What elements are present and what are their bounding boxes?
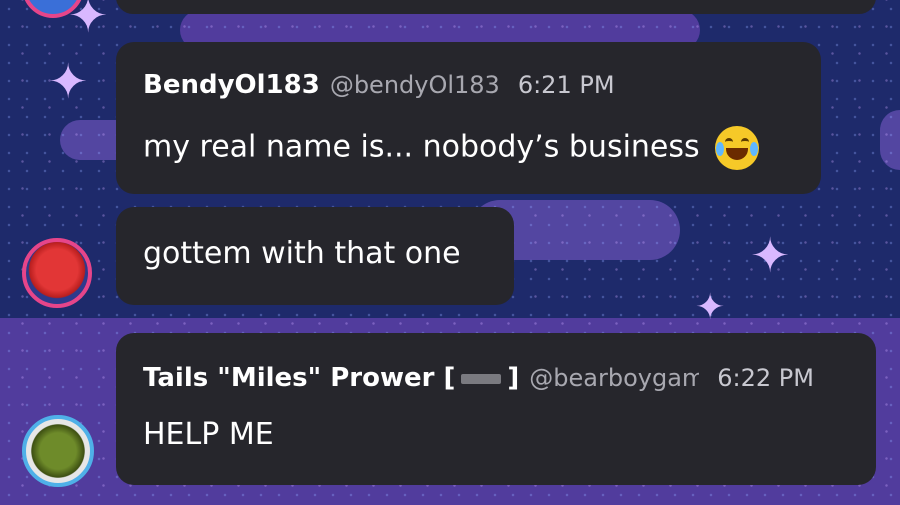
- author-handle[interactable]: @bearboygame: [529, 364, 699, 392]
- author-handle[interactable]: @bendyOl183: [330, 71, 500, 99]
- sparkle-icon: ✦: [750, 228, 791, 284]
- author-name-suffix: ]: [507, 363, 520, 393]
- timestamp: 6:22 PM: [717, 364, 814, 392]
- avatar[interactable]: [22, 238, 92, 308]
- sparkle-icon: ✦: [48, 54, 89, 110]
- message-bubble: gottem with that one: [116, 207, 514, 305]
- sparkle-icon: ✦: [695, 287, 726, 328]
- message-bubble: BendyOl183 @bendyOl183 6:21 PM my real n…: [116, 42, 821, 194]
- message-text-content: my real name is... nobody’s business: [143, 129, 700, 165]
- author-name-prefix: Tails "Miles" Prower [: [143, 363, 456, 393]
- message-text: my real name is... nobody’s business: [143, 126, 760, 170]
- message-bubble: [116, 0, 876, 14]
- redacted-icon: [461, 373, 502, 384]
- face-with-tears-of-joy-icon: [715, 126, 760, 170]
- message-text: HELP ME: [143, 417, 274, 452]
- message-header: BendyOl183 @bendyOl183 6:21 PM: [143, 70, 615, 100]
- message-bubble: Tails "Miles" Prower [] @bearboygame 6:2…: [116, 333, 876, 485]
- message-header: Tails "Miles" Prower [] @bearboygame 6:2…: [143, 363, 814, 393]
- message-text: gottem with that one: [143, 236, 461, 271]
- timestamp: 6:21 PM: [517, 71, 615, 99]
- author-name[interactable]: Tails "Miles" Prower []: [143, 363, 519, 393]
- author-name[interactable]: BendyOl183: [143, 70, 320, 100]
- avatar[interactable]: [22, 415, 94, 487]
